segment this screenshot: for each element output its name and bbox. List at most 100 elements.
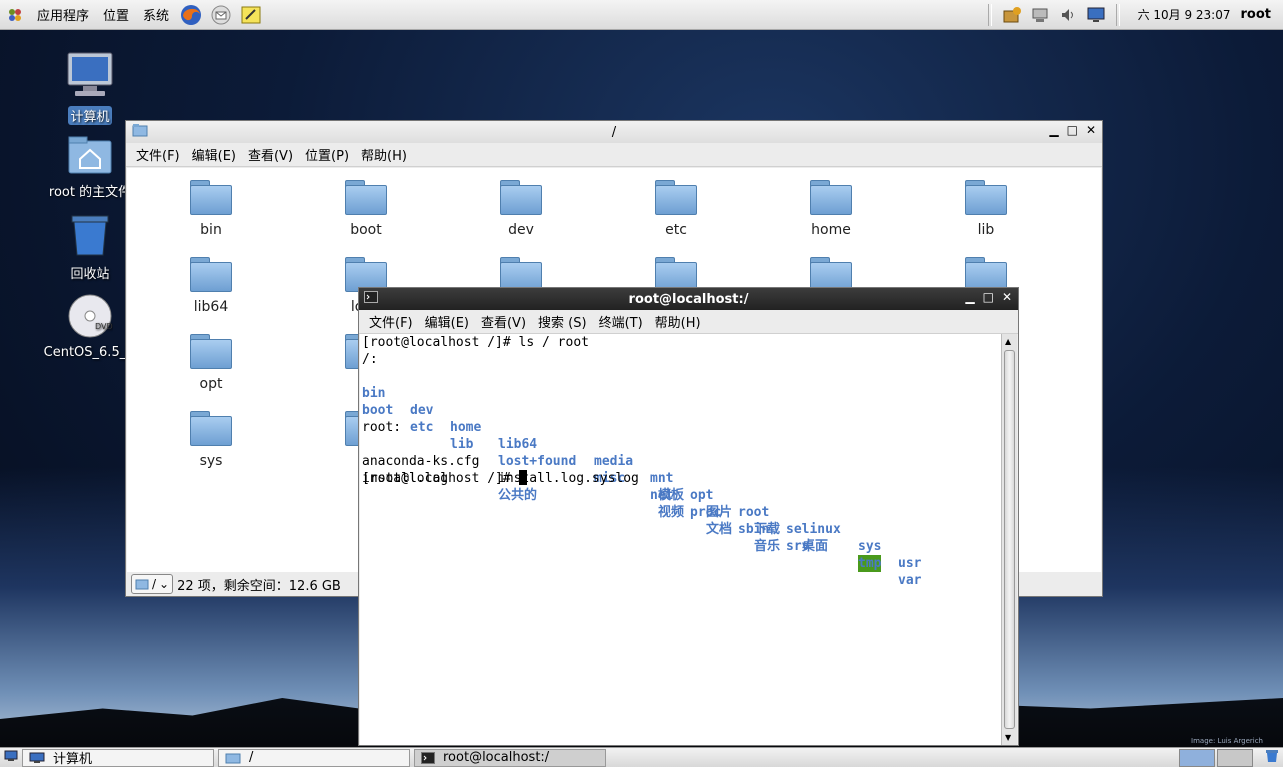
close-button[interactable]: ✕ xyxy=(1086,123,1096,137)
maximize-button[interactable]: □ xyxy=(983,290,994,304)
folder-icon xyxy=(190,180,232,215)
menu-help[interactable]: 帮助(H) xyxy=(355,145,413,164)
menu-view[interactable]: 查看(V) xyxy=(475,312,532,331)
menu-applications[interactable]: 应用程序 xyxy=(30,5,96,24)
folder-label: home xyxy=(811,222,851,238)
dir-entry: 公共的 xyxy=(498,488,538,503)
path-label: / xyxy=(152,577,157,591)
dir-entry: opt xyxy=(690,488,714,503)
scroll-down-icon[interactable]: ▼ xyxy=(1005,733,1011,742)
menu-terminal[interactable]: 终端(T) xyxy=(593,312,649,331)
terminal-line: [root@localhost /]# ls / root xyxy=(362,335,589,350)
folder-icon xyxy=(132,123,148,141)
volume-icon[interactable] xyxy=(1057,5,1079,25)
menu-places[interactable]: 位置(P) xyxy=(299,145,355,164)
path-dropdown[interactable]: / ⌄ xyxy=(131,574,174,594)
show-desktop-icon[interactable] xyxy=(4,750,18,766)
network-icon[interactable] xyxy=(1029,5,1051,25)
folder-item[interactable]: sys xyxy=(151,411,271,469)
menu-search[interactable]: 搜索 (S) xyxy=(532,312,593,331)
menu-file[interactable]: 文件(F) xyxy=(130,145,186,164)
menu-view[interactable]: 查看(V) xyxy=(242,145,299,164)
file-manager-menubar: 文件(F) 编辑(E) 查看(V) 位置(P) 帮助(H) xyxy=(126,143,1102,167)
dir-entry: 模板 xyxy=(658,488,685,503)
folder-icon xyxy=(345,257,387,292)
user-name[interactable]: root xyxy=(1241,7,1272,22)
maximize-button[interactable]: □ xyxy=(1067,123,1078,137)
bottom-panel: 计算机 / root@localhost:/ xyxy=(0,747,1283,767)
folder-label: bin xyxy=(200,222,222,238)
menu-places[interactable]: 位置 xyxy=(96,5,136,24)
desktop-icon-computer[interactable]: 计算机 xyxy=(40,50,140,125)
menu-edit[interactable]: 编辑(E) xyxy=(419,312,475,331)
mail-icon[interactable] xyxy=(210,4,232,26)
folder-icon xyxy=(225,753,241,763)
top-panel: 应用程序 位置 系统 六 10月 9 23:07 root xyxy=(0,0,1283,30)
terminal-icon xyxy=(421,751,435,764)
folder-icon xyxy=(810,180,852,215)
menu-file[interactable]: 文件(F) xyxy=(363,312,419,331)
workspace-2[interactable] xyxy=(1217,748,1253,767)
desktop-icon-label: CentOS_6.5_Fi xyxy=(43,345,137,360)
package-updates-icon[interactable] xyxy=(1001,5,1023,25)
chevron-down-icon: ⌄ xyxy=(159,577,170,591)
dir-entry: 视频 xyxy=(658,505,685,520)
terminal-line: boot etc lib lost+found misc net proc sb… xyxy=(362,385,1000,588)
folder-item[interactable]: lib xyxy=(926,180,1046,238)
dir-entry: dev xyxy=(410,403,434,418)
folder-icon xyxy=(190,411,232,446)
menu-help[interactable]: 帮助(H) xyxy=(649,312,707,331)
folder-label: dev xyxy=(508,222,534,238)
taskbar-item-terminal[interactable]: root@localhost:/ xyxy=(414,748,606,767)
terminal-icon xyxy=(364,291,378,307)
computer-icon xyxy=(29,752,45,763)
menu-edit[interactable]: 编辑(E) xyxy=(186,145,242,164)
terminal-screen[interactable]: [root@localhost /]# ls / root /: bin dev… xyxy=(360,334,1002,745)
dir-entry: boot xyxy=(362,403,394,418)
folder-icon xyxy=(345,180,387,215)
taskbar-item-file-manager[interactable]: / xyxy=(218,748,410,767)
folder-icon xyxy=(965,257,1007,292)
panel-separator xyxy=(987,3,992,26)
scroll-up-icon[interactable]: ▲ xyxy=(1005,337,1011,346)
menu-system[interactable]: 系统 xyxy=(136,5,176,24)
folder-item[interactable]: opt xyxy=(151,334,271,392)
taskbar-label: 计算机 xyxy=(53,752,93,767)
dir-entry: etc xyxy=(410,420,434,435)
desktop-icon-label: 回收站 xyxy=(70,267,110,282)
workspace-1[interactable] xyxy=(1179,748,1215,767)
close-button[interactable]: ✕ xyxy=(1002,290,1012,304)
terminal-line: install.log 公共的 视频 文档 音乐 xyxy=(362,453,1000,554)
notes-icon[interactable] xyxy=(240,4,262,26)
gnome-foot-icon[interactable] xyxy=(4,4,26,26)
terminal-titlebar[interactable]: root@localhost:/ ▁ □ ✕ xyxy=(359,288,1018,310)
folder-item[interactable]: etc xyxy=(616,180,736,238)
dir-entry: sys xyxy=(858,539,882,554)
trash-icon[interactable] xyxy=(1265,749,1279,767)
folder-label: boot xyxy=(350,222,382,238)
file-entry: install.log.syslog xyxy=(498,471,639,486)
folder-item[interactable]: home xyxy=(771,180,891,238)
folder-icon xyxy=(500,257,542,292)
folder-item[interactable]: boot xyxy=(306,180,426,238)
dir-entry: mnt xyxy=(650,471,674,486)
folder-item[interactable]: bin xyxy=(151,180,271,238)
scrollbar-thumb[interactable] xyxy=(1004,350,1015,729)
panel-separator xyxy=(1115,3,1120,26)
minimize-button[interactable]: ▁ xyxy=(965,290,974,304)
terminal-scrollbar[interactable]: ▲ ▼ xyxy=(1001,334,1017,745)
dir-entry: home xyxy=(450,420,482,435)
folder-item[interactable]: dev xyxy=(461,180,581,238)
folder-icon xyxy=(965,180,1007,215)
minimize-button[interactable]: ▁ xyxy=(1049,123,1058,137)
folder-icon xyxy=(655,257,697,292)
taskbar-item-computer[interactable]: 计算机 xyxy=(22,748,214,767)
firefox-icon[interactable] xyxy=(180,4,202,26)
desktop-icon-label: root 的主文件 xyxy=(48,185,132,200)
folder-item[interactable]: lib64 xyxy=(151,257,271,315)
folder-label: sys xyxy=(199,453,223,469)
display-icon[interactable] xyxy=(1085,5,1107,25)
clock[interactable]: 六 10月 9 23:07 xyxy=(1138,6,1231,23)
file-manager-titlebar[interactable]: / ▁ □ ✕ xyxy=(126,121,1102,143)
